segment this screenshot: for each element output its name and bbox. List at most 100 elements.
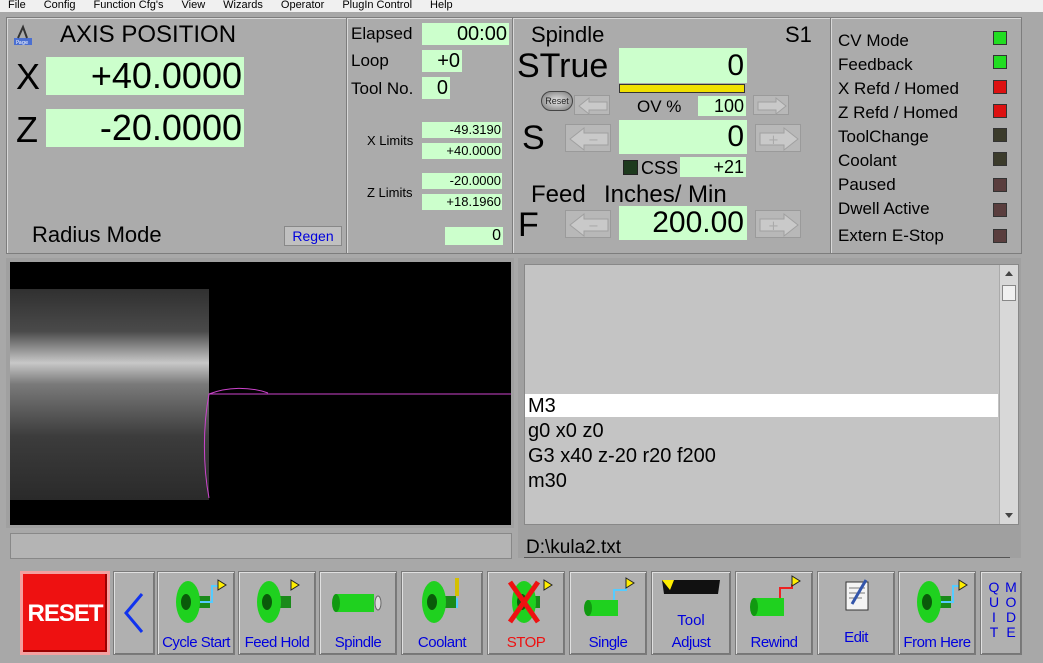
quit-mode-button[interactable]: QUIT MODE bbox=[980, 571, 1022, 655]
cycle-start-icon bbox=[176, 579, 227, 623]
stop-button[interactable]: STOP bbox=[487, 571, 565, 655]
edit-icon bbox=[845, 579, 869, 611]
spindle-title: Spindle bbox=[531, 22, 605, 47]
x-axis-dro[interactable]: +40.0000 bbox=[46, 57, 244, 95]
strue-label: STrue bbox=[517, 47, 609, 85]
spindle-speed-increase-arrow[interactable]: + bbox=[755, 124, 801, 152]
strue-decrease-arrow[interactable] bbox=[574, 95, 610, 116]
scroll-up-arrow[interactable] bbox=[1005, 271, 1013, 276]
led-feedback bbox=[993, 55, 1007, 69]
cycle-start-button[interactable]: Cycle Start bbox=[157, 571, 235, 655]
led-label-x-homed: X Refd / Homed bbox=[838, 79, 959, 98]
scroll-thumb[interactable] bbox=[1002, 285, 1016, 301]
led-label-paused: Paused bbox=[838, 175, 896, 194]
menu-view[interactable]: View bbox=[182, 0, 206, 11]
radius-mode-label: Radius Mode bbox=[32, 222, 162, 247]
menu-help[interactable]: Help bbox=[430, 0, 453, 11]
led-label-dwell-active: Dwell Active bbox=[838, 199, 930, 218]
elapsed-label: Elapsed bbox=[351, 24, 413, 43]
menu-wizards[interactable]: Wizards bbox=[223, 0, 263, 11]
tool-no-value: 0 bbox=[422, 77, 450, 99]
led-dwell-active bbox=[993, 203, 1007, 217]
rewind-button[interactable]: Rewind bbox=[735, 571, 813, 655]
spindle-speed-value[interactable]: 0 bbox=[619, 120, 747, 154]
coolant-button[interactable]: Coolant bbox=[401, 571, 483, 655]
stock-material bbox=[10, 289, 209, 500]
loop-label: Loop bbox=[351, 51, 389, 70]
stop-label: STOP bbox=[506, 634, 546, 651]
led-label-toolchange: ToolChange bbox=[838, 127, 929, 146]
rewind-label: Rewind bbox=[750, 634, 798, 651]
mach-logo-icon[interactable]: Page bbox=[12, 24, 34, 46]
file-path-underline bbox=[524, 557, 1010, 558]
from-here-button[interactable]: From Here bbox=[898, 571, 976, 655]
z-axis-dro[interactable]: -20.0000 bbox=[46, 109, 244, 147]
toolpath-status-field bbox=[10, 533, 512, 559]
coolant-label: Coolant bbox=[417, 634, 467, 651]
x-limits-label: X Limits bbox=[367, 133, 414, 148]
led-extern-estop bbox=[993, 229, 1007, 243]
spindle-reset-button[interactable]: Reset bbox=[541, 91, 573, 111]
line-number-value: 0 bbox=[445, 227, 503, 245]
tool-adjust-icon bbox=[662, 580, 720, 594]
css-value: +21 bbox=[680, 157, 746, 177]
strue-increase-arrow[interactable] bbox=[753, 95, 789, 116]
tool-no-label: Tool No. bbox=[351, 79, 414, 98]
stop-icon bbox=[507, 579, 553, 624]
css-label: CSS bbox=[641, 158, 679, 178]
feed-increase-arrow[interactable]: + bbox=[755, 210, 801, 238]
quit-letters: QUIT bbox=[988, 579, 1000, 640]
back-button[interactable] bbox=[113, 571, 155, 655]
feed-hold-label: Feed Hold bbox=[244, 634, 310, 651]
feed-units-label: Inches/ Min bbox=[604, 181, 727, 208]
tool-adjust-label-1: Tool bbox=[677, 612, 705, 629]
ov-percent-label: OV % bbox=[637, 97, 682, 116]
s-label: S bbox=[522, 119, 545, 157]
gcode-line-2[interactable]: g0 x0 z0 bbox=[528, 420, 604, 443]
regen-button[interactable]: Regen bbox=[284, 226, 342, 246]
css-toggle-led[interactable] bbox=[623, 160, 638, 175]
coolant-icon bbox=[422, 578, 459, 623]
menu-plugin-control[interactable]: PlugIn Control bbox=[342, 0, 412, 11]
tool-adjust-button[interactable]: Tool Adjust bbox=[651, 571, 731, 655]
menu-file[interactable]: File bbox=[8, 0, 26, 11]
axis-position-title: AXIS POSITION bbox=[60, 21, 237, 48]
spindle-icon bbox=[332, 594, 382, 612]
led-label-z-homed: Z Refd / Homed bbox=[838, 103, 958, 122]
run-from-here-icon bbox=[917, 579, 968, 623]
spindle-button[interactable]: Spindle bbox=[319, 571, 397, 655]
gcode-line-4[interactable]: m30 bbox=[528, 470, 567, 493]
svg-text:−: − bbox=[588, 219, 599, 234]
reset-button-label: RESET bbox=[27, 600, 103, 627]
feed-decrease-arrow[interactable]: − bbox=[565, 210, 611, 238]
toolpath-display[interactable] bbox=[10, 262, 511, 525]
edit-button[interactable]: Edit bbox=[817, 571, 895, 655]
spindle-speed-decrease-arrow[interactable]: − bbox=[565, 124, 611, 152]
menu-bar: File Config Function Cfg's View Wizards Opera… bbox=[0, 0, 1043, 12]
menu-config[interactable]: Config bbox=[44, 0, 76, 11]
feed-hold-button[interactable]: Feed Hold bbox=[238, 571, 316, 655]
x-limit-min: -49.3190 bbox=[422, 122, 502, 138]
single-block-icon bbox=[584, 577, 635, 616]
led-paused bbox=[993, 178, 1007, 192]
gcode-scrollbar[interactable] bbox=[999, 265, 1018, 524]
edit-label: Edit bbox=[844, 629, 868, 646]
x-axis-label: X bbox=[16, 56, 41, 97]
menu-function-cfgs[interactable]: Function Cfg's bbox=[94, 0, 164, 11]
rewind-icon bbox=[750, 575, 801, 616]
elapsed-value: 00:00 bbox=[422, 23, 509, 45]
feed-rate-value[interactable]: 200.00 bbox=[619, 206, 747, 240]
reset-button[interactable]: RESET bbox=[20, 571, 110, 655]
mode-letters: MODE bbox=[1005, 579, 1017, 640]
gcode-line-3[interactable]: G3 x40 z-20 r20 f200 bbox=[528, 445, 716, 468]
svg-text:+: + bbox=[768, 219, 779, 234]
menu-operator[interactable]: Operator bbox=[281, 0, 324, 11]
spindle-load-bar bbox=[619, 84, 745, 93]
single-button[interactable]: Single bbox=[569, 571, 647, 655]
spindle-id: S1 bbox=[785, 22, 812, 47]
led-cv-mode bbox=[993, 31, 1007, 45]
spindle-label: Spindle bbox=[334, 634, 382, 651]
scroll-down-arrow[interactable] bbox=[1005, 513, 1013, 518]
strue-value: 0 bbox=[619, 48, 747, 83]
gcode-line-1[interactable]: M3 bbox=[528, 395, 556, 418]
